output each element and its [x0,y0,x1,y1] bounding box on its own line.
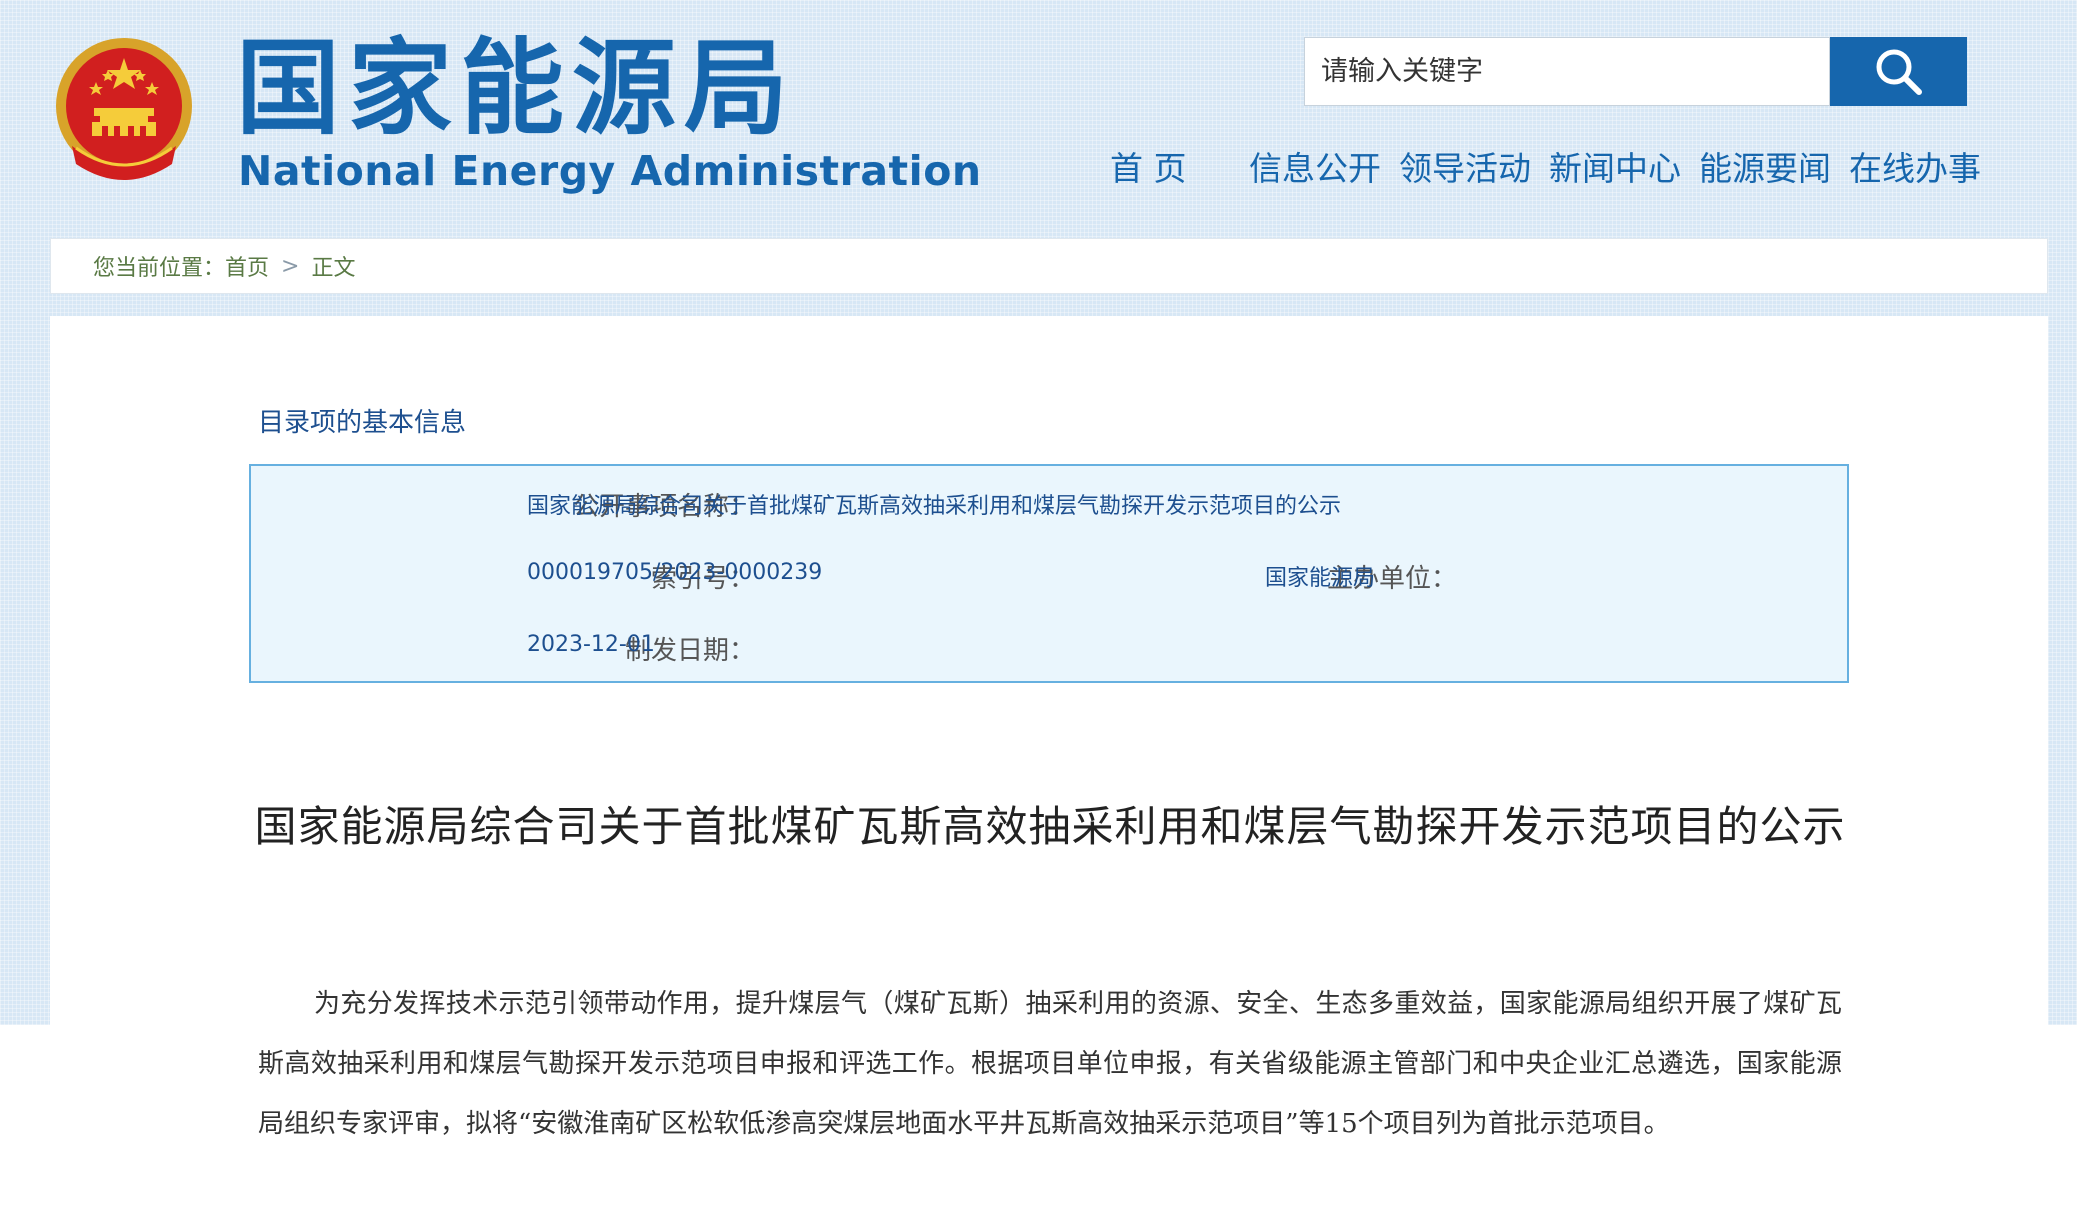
nav-news-center[interactable]: 新闻中心 [1549,146,1699,192]
nav-energy-news[interactable]: 能源要闻 [1699,146,1849,192]
nav-online-services[interactable]: 在线办事 [1849,146,1989,192]
info-date-value: 2023-12-01 [527,632,655,657]
site-title: 国家能源局 [236,27,797,149]
national-emblem-icon[interactable] [52,36,196,190]
search-input[interactable] [1305,38,1829,105]
main-nav: 首 页 信息公开 领导活动 新闻中心 能源要闻 在线办事 [1110,146,1989,192]
article-title: 国家能源局综合司关于首批煤矿瓦斯高效抽采利用和煤层气勘探开发示范项目的公示 [254,802,1846,851]
nav-home[interactable]: 首 页 [1110,146,1234,192]
nav-info-disclosure[interactable]: 信息公开 [1249,146,1399,192]
content-panel: 目录项的基本信息 公开事项名称： 国家能源局综合司关于首批煤矿瓦斯高效抽采利用和… [50,316,2048,1205]
breadcrumb-separator-icon: > [281,253,300,279]
article-body: 为充分发挥技术示范引领带动作用，提升煤层气（煤矿瓦斯）抽采利用的资源、安全、生态… [258,989,1842,1139]
info-index-value: 000019705/2023-0000239 [527,560,823,585]
breadcrumb-current: 正文 [311,256,356,281]
search-icon [1876,49,1922,95]
nav-leader-activities[interactable]: 领导活动 [1399,146,1549,192]
site-header: 国家能源局 National Energy Administration 首 页… [0,0,2077,235]
breadcrumb: 您当前位置： 首页 > 正文 [50,238,2048,294]
site-subtitle: National Energy Administration [238,147,982,195]
info-name-value: 国家能源局综合司关于首批煤矿瓦斯高效抽采利用和煤层气勘探开发示范项目的公示 [527,494,1342,519]
search-box [1304,37,1830,106]
info-org-value: 国家能源局 [1265,566,1376,591]
breadcrumb-prefix: 您当前位置： [93,256,226,281]
info-box: 公开事项名称： 国家能源局综合司关于首批煤矿瓦斯高效抽采利用和煤层气勘探开发示范… [249,464,1849,683]
info-heading: 目录项的基本信息 [258,408,467,438]
search-button[interactable] [1830,37,1967,106]
breadcrumb-home[interactable]: 首页 [225,250,269,282]
